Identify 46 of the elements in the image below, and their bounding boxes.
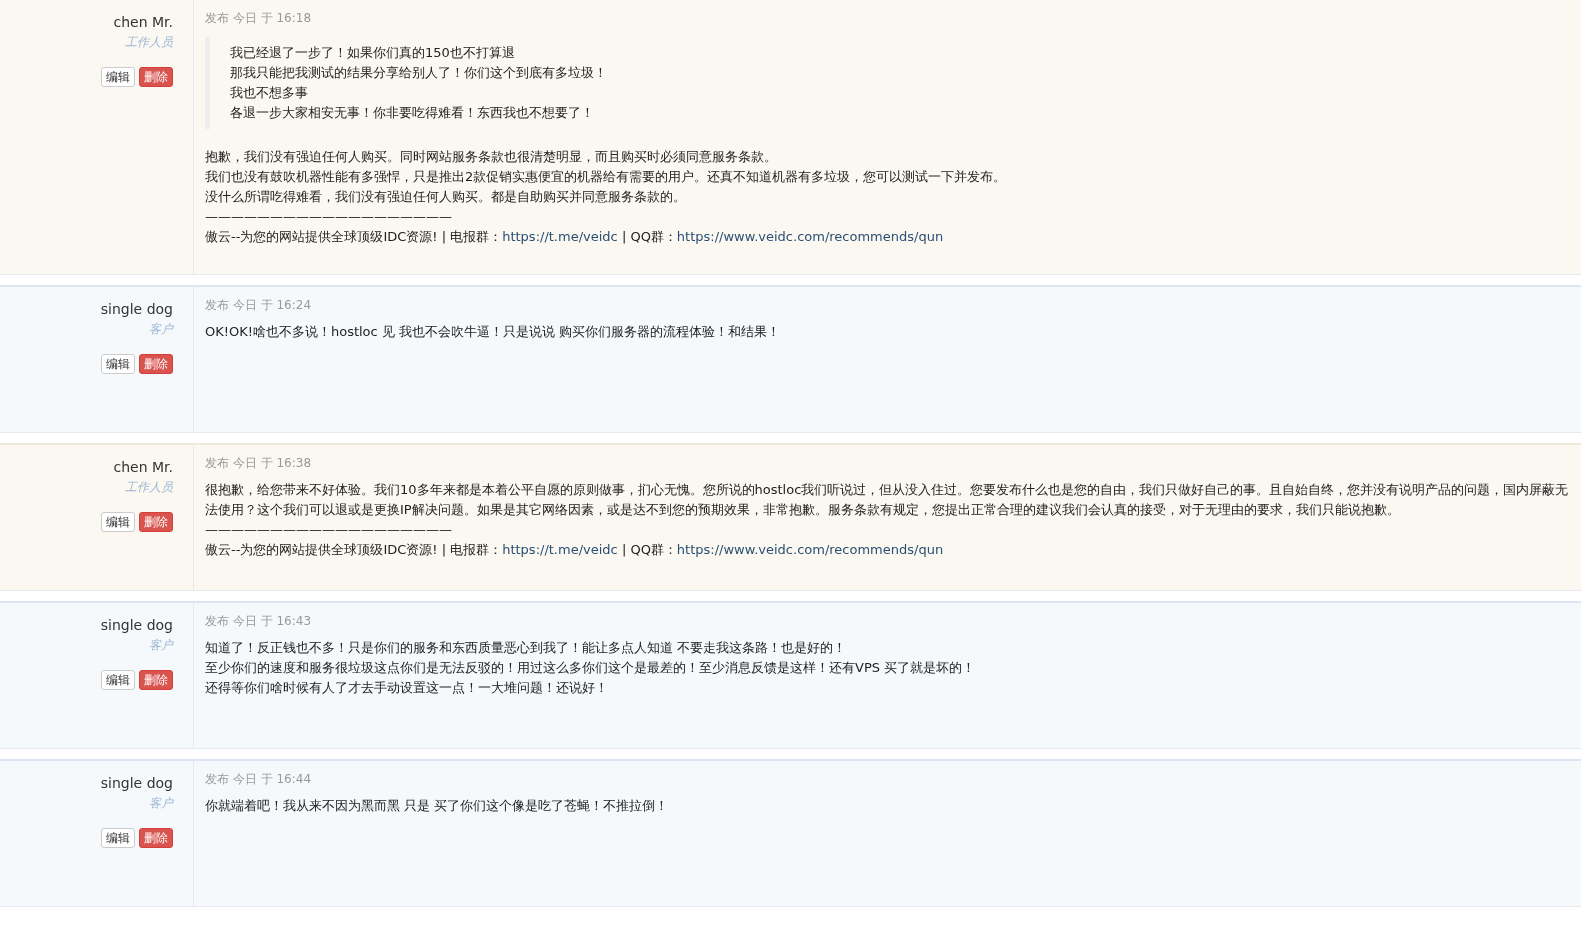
quote-line: 那我只能把我测试的结果分享给别人了！你们这个到底有多垃圾！ xyxy=(230,64,608,82)
edit-button[interactable]: 编辑 xyxy=(101,354,135,374)
author-name: single dog xyxy=(99,617,173,633)
signature-text: 傲云--为您的网站提供全球顶级IDC资源! | 电报群：https://t.me/veidc | QQ群：https://www.veidc.com/recommends/qun xyxy=(205,228,945,246)
author-name: single dog xyxy=(99,775,173,791)
telegram-link[interactable]: https://t.me/veidc xyxy=(502,542,618,557)
qq-group-link[interactable]: https://www.veidc.com/recommends/qun xyxy=(676,542,944,557)
delete-button[interactable]: 删除 xyxy=(139,670,173,690)
dash-divider: ——————————————————— xyxy=(205,521,453,539)
quote-line: 我也不想多事 xyxy=(230,84,309,102)
author-role: 客户 xyxy=(148,637,173,654)
author-role: 客户 xyxy=(148,321,173,338)
post-date: 发布 今日 于 16:44 xyxy=(205,771,313,788)
message-text: OK!OK!啥也不多说！hostloc 见 我也不会吹牛逼！只是说说 购买你们服务器的流程体验！和结果！ xyxy=(205,323,782,341)
delete-button[interactable]: 删除 xyxy=(139,512,173,532)
quote-line: 各退一步大家相安无事！你非要吃得难看！东西我也不想要了！ xyxy=(230,104,595,122)
dash-divider: ——————————————————— xyxy=(205,208,453,226)
message-text: 我们也没有鼓吹机器性能有多强悍，只是推出2款促销实惠便宜的机器给有需要的用户。还真不知道机器有多垃圾，您可以测试一下并发布。 xyxy=(205,168,1008,186)
edit-button[interactable]: 编辑 xyxy=(101,828,135,848)
message-text: 还得等你们啥时候有人了才去手动设置这一点！一大堆问题！还说好！ xyxy=(205,679,609,697)
author-role: 工作人员 xyxy=(124,479,173,496)
message-text: 很抱歉，给您带来不好体验。我们10多年来都是本着公平自愿的原则做事，扪心无愧。您所说的hostloc我们听说过，但从没入住过。您要发布什么也是您的自由，我们只做好自己的事。且自始自终，您并没有说明产品的问题，国内屏蔽无法使用？这个我们可以退或是更换IP解决问题。如果是其它网络因素，或是达不到您的预期效果，非常抱歉。服务条款有规定，您提出正常合理的建议我们会认真的接受，对于无理由的要求，我们只能说抱歉。 xyxy=(205,481,1570,519)
edit-button[interactable]: 编辑 xyxy=(101,67,135,87)
message-text: 至少你们的速度和服务很垃圾这点你们是无法反驳的！用过这么多你们这个是最差的！至少消息反馈是这样！还有VPS 买了就是坏的！ xyxy=(205,659,977,677)
post-date: 发布 今日 于 16:43 xyxy=(205,613,313,630)
signature-text: 傲云--为您的网站提供全球顶级IDC资源! | 电报群：https://t.me/veidc | QQ群：https://www.veidc.com/recommends/qun xyxy=(205,541,945,559)
quote-line: 我已经退了一步了！如果你们真的150也不打算退 xyxy=(230,44,516,62)
post-date: 发布 今日 于 16:18 xyxy=(205,10,313,27)
message-text: 抱歉，我们没有强迫任何人购买。同时网站服务条款也很清楚明显，而且购买时必须同意服务条款。 xyxy=(205,148,778,166)
author-name: single dog xyxy=(99,301,173,317)
message-text: 你就端着吧！我从来不因为黑而黑 只是 买了你们这个像是吃了苍蝇！不推拉倒！ xyxy=(205,797,670,815)
delete-button[interactable]: 删除 xyxy=(139,354,173,374)
qq-group-link[interactable]: https://www.veidc.com/recommends/qun xyxy=(676,229,944,244)
delete-button[interactable]: 删除 xyxy=(139,828,173,848)
edit-button[interactable]: 编辑 xyxy=(101,512,135,532)
author-role: 工作人员 xyxy=(124,34,173,51)
post-date: 发布 今日 于 16:24 xyxy=(205,297,313,314)
delete-button[interactable]: 删除 xyxy=(139,67,173,87)
author-role: 客户 xyxy=(148,795,173,812)
message-text: 知道了！反正钱也不多！只是你们的服务和东西质量恶心到我了！能让多点人知道 不要走我这条路！也是好的！ xyxy=(205,639,848,657)
post-date: 发布 今日 于 16:38 xyxy=(205,455,313,472)
author-name: chen Mr. xyxy=(112,14,173,30)
telegram-link[interactable]: https://t.me/veidc xyxy=(502,229,618,244)
message-text: 没什么所谓吃得难看，我们没有强迫任何人购买。都是自助购买并同意服务条款的。 xyxy=(205,188,687,206)
author-name: chen Mr. xyxy=(112,459,173,475)
edit-button[interactable]: 编辑 xyxy=(101,670,135,690)
